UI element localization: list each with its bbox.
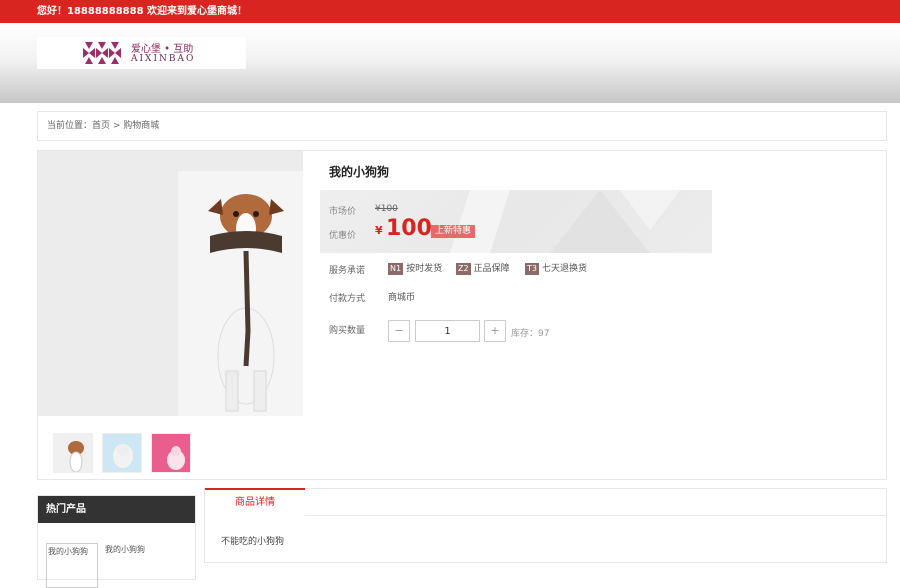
market-price: ¥100 (375, 204, 398, 214)
service-1: N1 按时发货 (388, 261, 442, 275)
service-text: 正品保障 (473, 264, 510, 274)
service-3: T3 七天退换货 (525, 261, 587, 275)
breadcrumb-text: 当前位置：首页 > 购物商城 (47, 121, 160, 131)
welcome-bar: 您好！18888888888 欢迎来到爱心堡商城！ (0, 0, 900, 23)
service-2: Z2 正品保障 (456, 261, 510, 275)
thumb-dog-pink-icon (167, 446, 185, 470)
currency-symbol: ¥ (375, 224, 383, 237)
hot-products-title: 热门产品 (38, 496, 195, 523)
promo-tag: 上新特惠 (431, 225, 476, 238)
product-main-image (38, 151, 303, 416)
service-text: 七天退换货 (541, 264, 587, 274)
detail-panel: 商品详情 不能吃的小狗狗 (204, 488, 887, 563)
quantity-input[interactable] (415, 320, 480, 342)
hot-product-image[interactable]: 我的小狗狗 (46, 543, 98, 588)
welcome-text: 您好！18888888888 欢迎来到爱心堡商城！ (37, 6, 248, 17)
header: 爱心堡 • 互助 AIXINBAO (0, 23, 900, 103)
tab-product-details[interactable]: 商品详情 (205, 488, 305, 516)
payment-method: 商城币 (388, 293, 416, 303)
quantity-label: 购买数量 (329, 326, 366, 336)
product-description: 不能吃的小狗狗 (221, 537, 285, 547)
market-price-label: 市场价 (329, 207, 357, 217)
thumb-dog-icon (68, 441, 84, 472)
hot-products-panel: 热门产品 我的小狗狗 我的小狗狗 (37, 495, 196, 588)
service-label: 服务承诺 (329, 266, 366, 276)
breadcrumb: 当前位置：首页 > 购物商城 (37, 111, 887, 141)
thumbnail-1[interactable] (53, 433, 93, 473)
promo-price: 100 (386, 216, 432, 241)
price-box: 市场价 ¥100 优惠价 ¥ 100 上新特惠 (320, 190, 712, 253)
payment-label: 付款方式 (329, 294, 366, 304)
price-bg-pattern-icon (450, 190, 680, 253)
stock-count: 库存：97 (511, 329, 550, 339)
product-panel: 我的小狗狗 市场价 ¥100 优惠价 ¥ 100 上新特惠 服务承诺 N1 按时发… (37, 150, 887, 480)
thumb-dog-blue-icon (113, 444, 133, 468)
logo-text-en: AIXINBAO (131, 54, 196, 64)
quantity-decrease-button[interactable]: − (388, 320, 410, 342)
dog-image-icon (208, 194, 284, 412)
tab-divider (305, 515, 887, 516)
logo[interactable]: 爱心堡 • 互助 AIXINBAO (37, 37, 246, 69)
thumbnail-2[interactable] (102, 433, 142, 473)
hot-product-link[interactable]: 我的小狗狗 (105, 544, 145, 555)
service-badge: N1 (388, 263, 404, 275)
logo-text-cn: 爱心堡 • 互助 (131, 44, 194, 55)
thumbnail-3[interactable] (151, 433, 191, 473)
service-badge: Z2 (456, 263, 471, 275)
service-text: 按时发货 (406, 264, 443, 274)
service-badge: T3 (525, 263, 539, 275)
promo-price-label: 优惠价 (329, 231, 357, 241)
logo-mark-icon (83, 42, 121, 64)
quantity-increase-button[interactable]: + (484, 320, 506, 342)
product-title: 我的小狗狗 (329, 165, 390, 179)
